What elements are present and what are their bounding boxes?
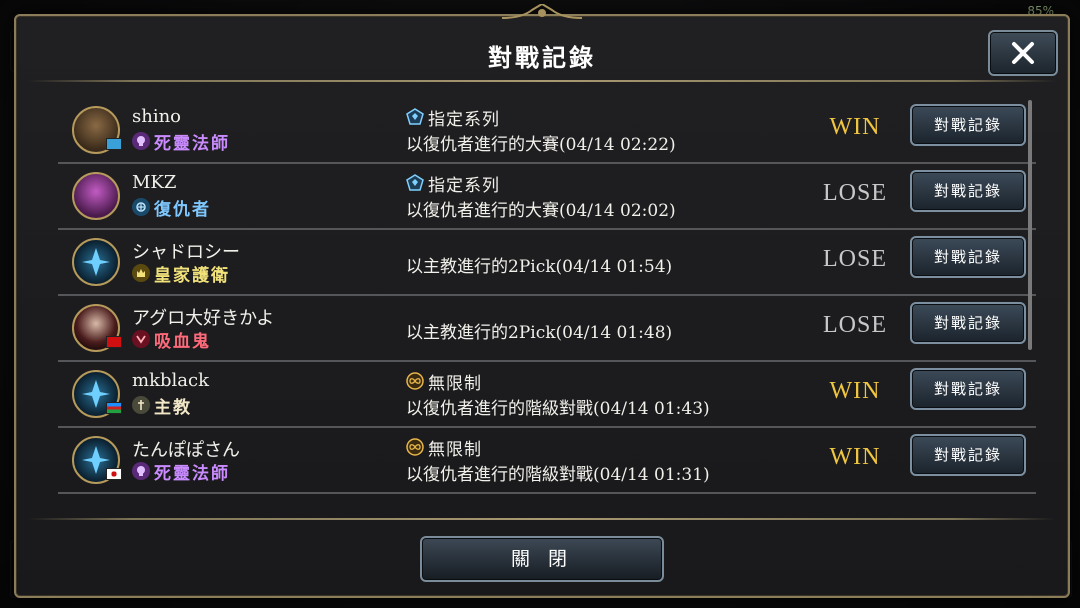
- battle-log-list[interactable]: shino 死靈法師 指定系列 以復仇者進行的大賽(04/14 02:22) W…: [58, 96, 1036, 510]
- close-icon: [1012, 42, 1034, 64]
- match-description: 以復仇者進行的大賽(04/14 02:22): [406, 135, 676, 155]
- view-battle-log-button[interactable]: 對戰記錄: [910, 104, 1026, 146]
- flag-icon: [106, 402, 122, 414]
- unlimited-format-icon: [406, 438, 424, 456]
- battle-row: MKZ 復仇者 指定系列 以復仇者進行的大賽(04/14 02:02) LOSE…: [58, 162, 1036, 230]
- match-mode: 指定系列: [428, 109, 500, 130]
- match-description: 以主教進行的2Pick(04/14 01:48): [406, 323, 673, 343]
- match-result: WIN: [829, 114, 881, 140]
- opponent-name: shino: [132, 106, 182, 127]
- bloodcraft-class-icon: [132, 330, 150, 348]
- view-battle-log-button[interactable]: 對戰記錄: [910, 236, 1026, 278]
- match-description: 以復仇者進行的階級對戰(04/14 01:43): [406, 399, 710, 419]
- match-result: WIN: [829, 378, 881, 404]
- match-result: LOSE: [823, 312, 887, 338]
- match-result: WIN: [829, 444, 881, 470]
- battle-log-dialog: 對戰記錄 shino 死靈法師 指定系列 以復仇者進行的大賽(04/14 02:…: [14, 4, 1070, 598]
- bottom-divider: [28, 518, 1056, 520]
- battle-row: シャドロシー 皇家護衛 以主教進行的2Pick(04/14 01:54) LOS…: [58, 228, 1036, 296]
- view-battle-log-button[interactable]: 對戰記錄: [910, 434, 1026, 476]
- opponent-class: 死靈法師: [154, 463, 230, 484]
- view-battle-log-button[interactable]: 對戰記錄: [910, 368, 1026, 410]
- title-divider: [28, 80, 1056, 82]
- view-battle-log-button[interactable]: 對戰記錄: [910, 302, 1026, 344]
- opponent-name: mkblack: [132, 370, 209, 391]
- flag-icon: [106, 468, 122, 480]
- match-mode: 無限制: [428, 439, 482, 460]
- scrollbar[interactable]: [1028, 100, 1032, 350]
- opponent-class: 吸血鬼: [154, 331, 211, 352]
- necromancer-class-icon: [132, 132, 150, 150]
- match-result: LOSE: [823, 180, 887, 206]
- match-result: LOSE: [823, 246, 887, 272]
- match-description: 以復仇者進行的大賽(04/14 02:02): [406, 201, 676, 221]
- match-description: 以主教進行的2Pick(04/14 01:54): [406, 257, 673, 277]
- rotation-format-icon: [406, 174, 424, 191]
- close-button[interactable]: 關 閉: [420, 536, 664, 582]
- rotation-format-icon: [406, 108, 424, 125]
- match-mode: 指定系列: [428, 175, 500, 196]
- view-battle-log-button[interactable]: 對戰記錄: [910, 170, 1026, 212]
- dialog-title: 對戰記錄: [488, 43, 596, 72]
- opponent-avatar: [72, 238, 120, 286]
- necromancer-class-icon: [132, 462, 150, 480]
- match-mode: 無限制: [428, 373, 482, 394]
- battle-row: たんぽぽさん 死靈法師 無限制 以復仇者進行的階級對戰(04/14 01:31)…: [58, 426, 1036, 494]
- opponent-class: 皇家護衛: [154, 265, 230, 286]
- opponent-avatar: [72, 172, 120, 220]
- flag-icon: [106, 138, 122, 150]
- opponent-class: 主教: [154, 397, 192, 418]
- ornament-icon: [502, 4, 582, 19]
- opponent-class: 復仇者: [154, 199, 211, 220]
- battle-row: shino 死靈法師 指定系列 以復仇者進行的大賽(04/14 02:22) W…: [58, 96, 1036, 164]
- swordcraft-class-icon: [132, 264, 150, 282]
- close-x-button[interactable]: [988, 30, 1058, 76]
- battle-row: アグロ大好きかよ 吸血鬼 以主教進行的2Pick(04/14 01:48) LO…: [58, 294, 1036, 362]
- flag-icon: [106, 336, 122, 348]
- opponent-name: MKZ: [132, 172, 177, 193]
- havencraft-class-icon: [132, 198, 150, 216]
- battle-row: mkblack 主教 無限制 以復仇者進行的階級對戰(04/14 01:43) …: [58, 360, 1036, 428]
- unlimited-format-icon: [406, 372, 424, 390]
- havencraft-bishop-class-icon: [132, 396, 150, 414]
- opponent-class: 死靈法師: [154, 133, 230, 154]
- match-description: 以復仇者進行的階級對戰(04/14 01:31): [406, 465, 710, 485]
